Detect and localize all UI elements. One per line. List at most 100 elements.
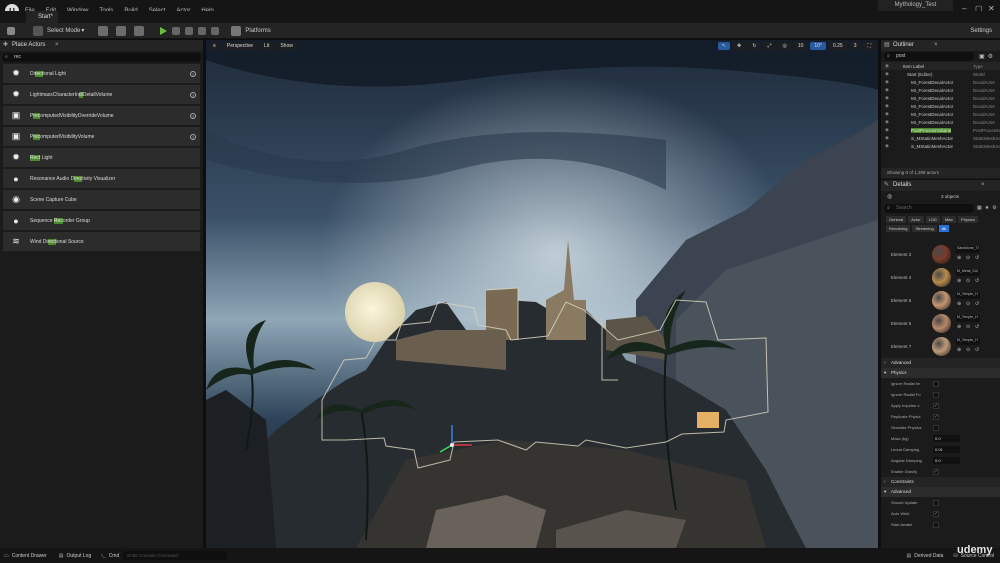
- level-viewport[interactable]: ≡ Perspective Lit Show ↖ ✥ ↻ ⤢ ◎ 10 10° …: [206, 40, 878, 548]
- outliner-row[interactable]: ◉ Start (Editor) World: [881, 70, 1000, 78]
- details-search[interactable]: ⌕ Search: [884, 203, 974, 213]
- angle-snap-value[interactable]: 10°: [810, 42, 826, 50]
- section-advanced-physics[interactable]: ▾ Advanced: [881, 487, 1000, 497]
- property-value-input[interactable]: 0.0: [933, 435, 960, 442]
- category-actor[interactable]: Actor: [908, 216, 924, 223]
- more-icon[interactable]: [211, 26, 220, 35]
- reset-icon[interactable]: ↺: [975, 347, 979, 353]
- property-checkbox[interactable]: [933, 380, 939, 387]
- star-icon[interactable]: ★: [985, 205, 989, 211]
- category-misc[interactable]: Misc: [941, 216, 957, 223]
- visibility-eye-icon[interactable]: ◉: [885, 111, 889, 117]
- visibility-eye-icon[interactable]: ◉: [885, 87, 889, 93]
- material-dropdown[interactable]: Sandstone_Tr: [956, 246, 980, 253]
- lit-button[interactable]: Lit: [260, 42, 274, 50]
- property-checkbox[interactable]: [933, 402, 939, 409]
- platforms-dropdown[interactable]: Platforms: [245, 28, 270, 34]
- category-physics[interactable]: Physics: [958, 216, 978, 223]
- property-checkbox[interactable]: [933, 499, 939, 506]
- reset-icon[interactable]: ↺: [975, 301, 979, 307]
- visibility-eye-icon[interactable]: ◉: [885, 71, 889, 77]
- use-selected-icon[interactable]: ⊙: [966, 324, 970, 330]
- browse-icon[interactable]: ⊕: [957, 255, 961, 261]
- material-thumbnail[interactable]: [932, 291, 951, 310]
- visibility-eye-icon[interactable]: ◉: [885, 135, 889, 141]
- outliner-row[interactable]: ◉ S_MStaticMeshActor StaticMeshActor: [881, 134, 1000, 142]
- browse-icon[interactable]: ⊕: [957, 278, 961, 284]
- material-thumbnail[interactable]: [932, 314, 951, 333]
- rotate-tool-icon[interactable]: ↻: [748, 42, 761, 50]
- actor-item[interactable]: ▣ PrecomputedVisibilityVolume?: [3, 127, 200, 146]
- tab-close-icon[interactable]: ×: [981, 180, 985, 191]
- select-mode-dropdown[interactable]: Select Mode: [47, 28, 80, 34]
- cinematics-icon[interactable]: [134, 25, 145, 36]
- show-button[interactable]: Show: [276, 42, 297, 50]
- visibility-eye-icon[interactable]: ◉: [885, 95, 889, 101]
- gear-icon[interactable]: ⚙: [992, 205, 996, 211]
- level-tab[interactable]: Start*: [26, 11, 58, 23]
- visibility-eye-icon[interactable]: ◉: [885, 103, 889, 109]
- property-matrix-icon[interactable]: ▦: [977, 205, 982, 211]
- grid-snap-value[interactable]: 10: [793, 42, 808, 50]
- actor-item[interactable]: ◉ Scene Capture Cube: [3, 190, 200, 209]
- visibility-eye-icon[interactable]: ◉: [885, 127, 889, 133]
- reset-icon[interactable]: ↺: [975, 255, 979, 261]
- output-log-button[interactable]: Output Log: [66, 553, 91, 559]
- cmd-dropdown[interactable]: Cmd: [109, 553, 120, 559]
- material-thumbnail[interactable]: [932, 245, 951, 264]
- visibility-eye-icon[interactable]: ◉: [885, 143, 889, 149]
- outliner-row[interactable]: ◉ MI_ForestDecalActor DecalActor: [881, 118, 1000, 126]
- help-icon[interactable]: ?: [190, 70, 196, 77]
- maximize-viewport-icon[interactable]: ⛶: [863, 42, 875, 50]
- scale-tool-icon[interactable]: ⤢: [763, 42, 776, 50]
- actor-item[interactable]: ● Sequence Recorder Group: [3, 211, 200, 230]
- material-dropdown[interactable]: M_Temple_H: [956, 338, 980, 345]
- stop-icon[interactable]: [185, 26, 194, 35]
- section-advanced[interactable]: › Advanced: [881, 358, 1000, 368]
- material-dropdown[interactable]: M_Metal_Gol: [956, 269, 980, 276]
- outliner-row[interactable]: ◉ S_MStaticMeshActor StaticMeshActor: [881, 142, 1000, 150]
- help-icon[interactable]: ?: [190, 112, 196, 119]
- actor-item[interactable]: ▣ PrecomputedVisibilityOverrideVolume?: [3, 106, 200, 125]
- perspective-button[interactable]: Perspective: [222, 42, 258, 50]
- section-physics[interactable]: ▾ Physics: [881, 368, 1000, 378]
- outliner-row[interactable]: ◉ MI_ForestDecalActor DecalActor: [881, 102, 1000, 110]
- use-selected-icon[interactable]: ⊙: [966, 301, 970, 307]
- property-checkbox[interactable]: [933, 413, 939, 420]
- save-icon[interactable]: [7, 26, 15, 35]
- material-dropdown[interactable]: M_Temple_H: [956, 315, 980, 322]
- property-checkbox[interactable]: [933, 391, 939, 398]
- use-selected-icon[interactable]: ⊙: [966, 347, 970, 353]
- actor-item[interactable]: ≋ Wind Directional Source: [3, 232, 200, 251]
- reset-icon[interactable]: ↺: [975, 278, 979, 284]
- tab-close-icon[interactable]: ×: [55, 40, 59, 51]
- camera-speed-value[interactable]: 3: [849, 42, 861, 50]
- category-streaming[interactable]: Streaming: [912, 225, 937, 232]
- column-item-label[interactable]: Item Label: [903, 64, 924, 69]
- world-space-icon[interactable]: ◎: [778, 42, 791, 50]
- help-icon[interactable]: ?: [190, 91, 196, 98]
- scale-snap-value[interactable]: 0.25: [828, 42, 847, 50]
- settings-dropdown[interactable]: Settings: [970, 28, 992, 34]
- derived-data-button[interactable]: Derived Data: [914, 553, 943, 559]
- outliner-tab[interactable]: ▤ Outliner ×: [881, 40, 1000, 51]
- actor-item[interactable]: ✹ LightmassCharacterIndiDetailVolume?: [3, 85, 200, 104]
- place-actors-search[interactable]: ⌕ rec: [2, 53, 201, 62]
- gear-icon[interactable]: ⚙: [988, 53, 993, 60]
- material-dropdown[interactable]: M_Temple_H: [956, 292, 980, 299]
- visibility-eye-icon[interactable]: ◉: [885, 119, 889, 125]
- step-icon[interactable]: [172, 26, 181, 35]
- actor-item[interactable]: ● Resonance Audio Directivity Visualizer: [3, 169, 200, 188]
- outliner-search[interactable]: ⌕ post: [884, 52, 974, 61]
- details-tab[interactable]: ✎ Details ×: [881, 180, 1000, 191]
- column-type[interactable]: Type: [973, 64, 983, 69]
- select-tool-icon[interactable]: ↖: [717, 42, 731, 50]
- outliner-row[interactable]: ◉ MI_ForestDecalActor DecalActor: [881, 86, 1000, 94]
- outliner-row[interactable]: ◉ MI_ForestDecalActor DecalActor: [881, 110, 1000, 118]
- property-checkbox[interactable]: [933, 468, 939, 475]
- category-lod[interactable]: LOD: [925, 216, 940, 223]
- outliner-row[interactable]: ◉ MI_ForestDecalActor DecalActor: [881, 94, 1000, 102]
- help-icon[interactable]: ?: [190, 133, 196, 140]
- use-selected-icon[interactable]: ⊙: [966, 278, 970, 284]
- property-value-input[interactable]: 0.01: [933, 446, 960, 453]
